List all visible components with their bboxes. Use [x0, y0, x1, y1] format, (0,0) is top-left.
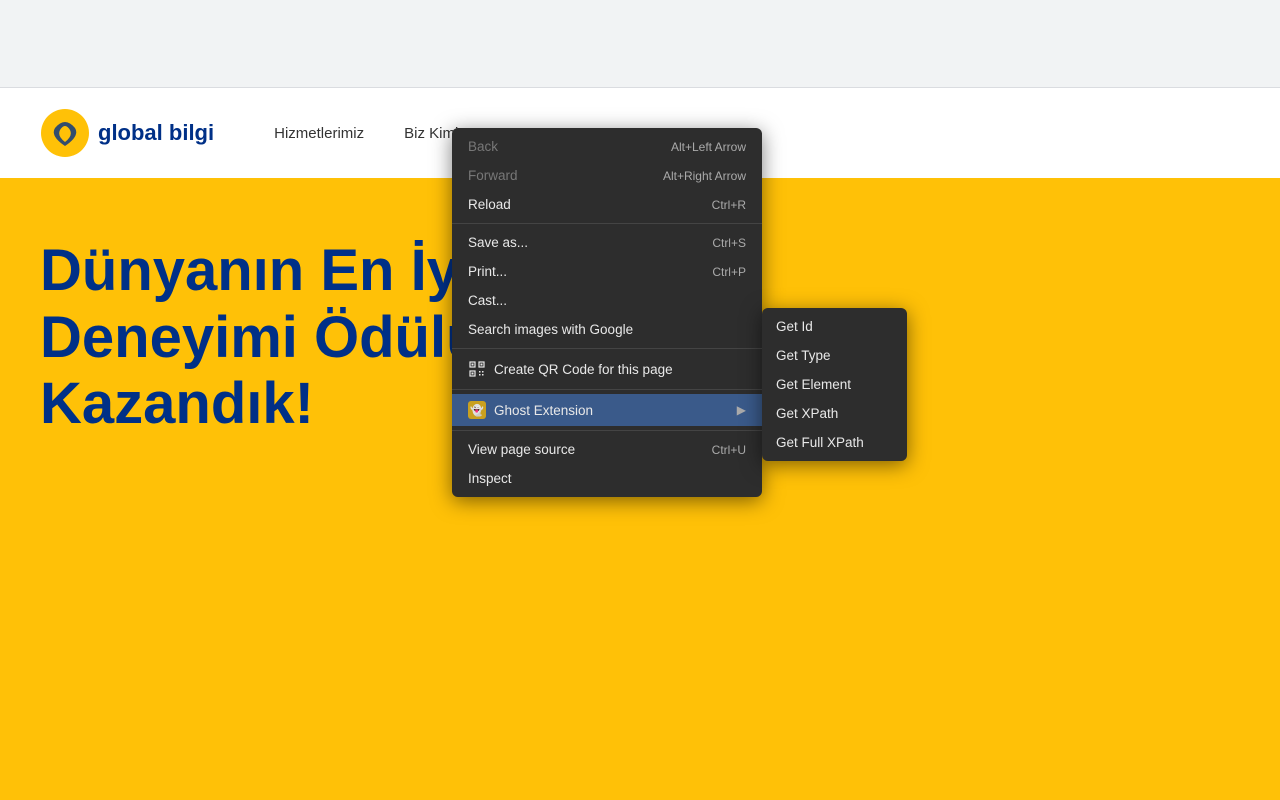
logo-text: global bilgi	[98, 120, 214, 146]
separator-1	[452, 223, 762, 224]
nav-area: Hizmetlerimiz Biz Kimiz ▾	[274, 124, 477, 142]
ghost-extension-icon: 👻	[468, 401, 486, 419]
context-menu-cast[interactable]: Cast...	[452, 286, 762, 315]
context-menu-print[interactable]: Print... Ctrl+P	[452, 257, 762, 286]
context-menu-inspect[interactable]: Inspect	[452, 464, 762, 493]
separator-2	[452, 348, 762, 349]
context-menu-reload[interactable]: Reload Ctrl+R	[452, 190, 762, 219]
context-menu-forward[interactable]: Forward Alt+Right Arrow	[452, 161, 762, 190]
submenu-get-full-xpath[interactable]: Get Full XPath	[762, 428, 907, 457]
submenu-get-id[interactable]: Get Id	[762, 312, 907, 341]
qr-icon	[468, 360, 486, 378]
separator-4	[452, 430, 762, 431]
submenu-get-element[interactable]: Get Element	[762, 370, 907, 399]
context-menu-save-as[interactable]: Save as... Ctrl+S	[452, 228, 762, 257]
separator-3	[452, 389, 762, 390]
submenu-arrow-icon: ▶	[737, 403, 746, 417]
browser-top-bar	[0, 0, 1280, 88]
context-menu-ghost-extension[interactable]: 👻 Ghost Extension ▶	[452, 394, 762, 426]
page-content: global bilgi Hizmetlerimiz Biz Kimiz ▾ D…	[0, 88, 1280, 800]
context-menu-qr-code[interactable]: Create QR Code for this page	[452, 353, 762, 385]
context-menu-search-images[interactable]: Search images with Google	[452, 315, 762, 344]
logo-icon	[40, 108, 90, 158]
submenu-get-type[interactable]: Get Type	[762, 341, 907, 370]
context-menu-view-source[interactable]: View page source Ctrl+U	[452, 435, 762, 464]
ghost-extension-submenu: Get Id Get Type Get Element Get XPath Ge…	[762, 308, 907, 461]
submenu-get-xpath[interactable]: Get XPath	[762, 399, 907, 428]
context-menu-back[interactable]: Back Alt+Left Arrow	[452, 132, 762, 161]
nav-hizmetlerimiz[interactable]: Hizmetlerimiz	[274, 125, 364, 142]
context-menu: Back Alt+Left Arrow Forward Alt+Right Ar…	[452, 128, 762, 497]
logo-area: global bilgi	[40, 108, 214, 158]
